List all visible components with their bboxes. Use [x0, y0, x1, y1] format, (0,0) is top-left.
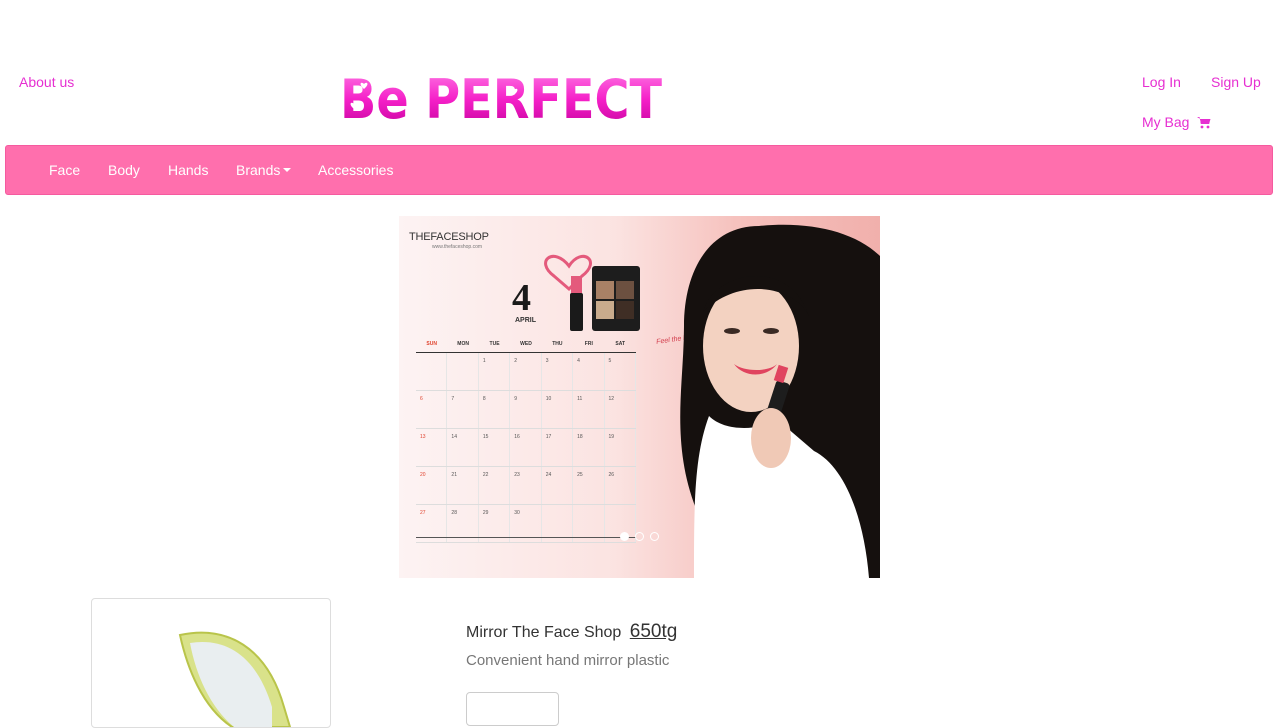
- promo-carousel[interactable]: THEFACESHOP www.thefaceshop.com 4 APRIL …: [399, 216, 880, 578]
- nav-brands-label: Brands: [236, 162, 281, 178]
- weekday: FRI: [584, 341, 593, 347]
- calendar-date: 23: [510, 467, 542, 504]
- weekday: SAT: [615, 341, 626, 347]
- weekday: WED: [520, 341, 532, 347]
- my-bag-link[interactable]: My Bag: [1142, 114, 1211, 130]
- calendar-date: 22: [479, 467, 511, 504]
- calendar-date: 13: [416, 429, 448, 466]
- product-title: Mirror The Face Shop 650tg: [466, 621, 677, 643]
- weekday: SUN: [426, 341, 437, 347]
- calendar-month: APRIL: [515, 317, 536, 324]
- cart-icon: [1197, 117, 1211, 129]
- calendar-date: 3: [542, 353, 574, 390]
- calendar-date: 10: [542, 391, 574, 428]
- nav-body[interactable]: Body: [108, 162, 140, 178]
- brand-url: www.thefaceshop.com: [432, 244, 483, 250]
- be-perfect-logo[interactable]: Be PERFECT: [334, 64, 670, 128]
- carousel-indicator-2[interactable]: [635, 532, 644, 541]
- calendar-date: 8: [479, 391, 511, 428]
- product-name: Mirror The Face Shop: [466, 624, 622, 641]
- calendar-week: 6 7 8 9 10 11 12: [416, 391, 636, 429]
- calendar-date: 7: [447, 391, 479, 428]
- calendar-date: 20: [416, 467, 448, 504]
- calendar-date: 12: [605, 391, 636, 428]
- main-navbar: Face Body Hands Brands Accessories: [5, 145, 1273, 195]
- calendar-date: [416, 353, 448, 390]
- logo-text: Be PERFECT: [340, 68, 662, 128]
- calendar-weekdays: SUN MON TUE WED THU FRI SAT: [416, 341, 636, 353]
- calendar-week: 1 2 3 4 5: [416, 353, 636, 391]
- product-description: Convenient hand mirror plastic: [466, 652, 670, 669]
- carousel-indicator-3[interactable]: [650, 532, 659, 541]
- weekday: MON: [457, 341, 469, 347]
- product-price-link[interactable]: 650tg: [630, 621, 678, 642]
- calendar-date: 11: [573, 391, 605, 428]
- about-us-link[interactable]: About us: [19, 74, 74, 90]
- calendar-date: 2: [510, 353, 542, 390]
- calendar-date: 16: [510, 429, 542, 466]
- nav-brands-dropdown[interactable]: Brands: [236, 162, 292, 178]
- calendar-date: 6: [416, 391, 448, 428]
- calendar-date: 5: [605, 353, 636, 390]
- calendar-date: 15: [479, 429, 511, 466]
- model-photo: [680, 224, 880, 578]
- calendar-date: 26: [605, 467, 636, 504]
- calendar-baseline: [416, 537, 636, 538]
- cosmetics-illustration: [544, 254, 640, 331]
- hand-mirror-image: [178, 631, 292, 727]
- calendar-date: 25: [573, 467, 605, 504]
- weekday: TUE: [489, 341, 500, 347]
- signup-link[interactable]: Sign Up: [1211, 74, 1261, 90]
- my-bag-label: My Bag: [1142, 114, 1190, 130]
- carousel-indicators: [620, 532, 659, 541]
- calendar-date: 19: [605, 429, 636, 466]
- calendar-date: 4: [573, 353, 605, 390]
- calendar-week: 20 21 22 23 24 25 26: [416, 467, 636, 505]
- calendar-date: 18: [573, 429, 605, 466]
- brand-logo: THEFACESHOP: [409, 231, 489, 243]
- calendar-grid: SUN MON TUE WED THU FRI SAT 1 2 3 4 5 6 …: [416, 341, 636, 543]
- carousel-indicator-1[interactable]: [620, 532, 629, 541]
- product-thumbnail[interactable]: [91, 598, 331, 728]
- calendar-date: 17: [542, 429, 574, 466]
- caret-down-icon: [283, 168, 292, 172]
- calendar-day: 4: [512, 277, 531, 319]
- calendar-date: 1: [479, 353, 511, 390]
- calendar-week: 13 14 15 16 17 18 19: [416, 429, 636, 467]
- nav-face[interactable]: Face: [49, 162, 80, 178]
- calendar-date: 9: [510, 391, 542, 428]
- nav-accessories[interactable]: Accessories: [318, 162, 393, 178]
- weekday: THU: [552, 341, 563, 347]
- calendar-date: 21: [447, 467, 479, 504]
- calendar-date: 14: [447, 429, 479, 466]
- calendar-date: [447, 353, 479, 390]
- login-link[interactable]: Log In: [1142, 74, 1181, 90]
- calendar-date: 24: [542, 467, 574, 504]
- nav-hands[interactable]: Hands: [168, 162, 208, 178]
- product-action-button[interactable]: [466, 692, 559, 726]
